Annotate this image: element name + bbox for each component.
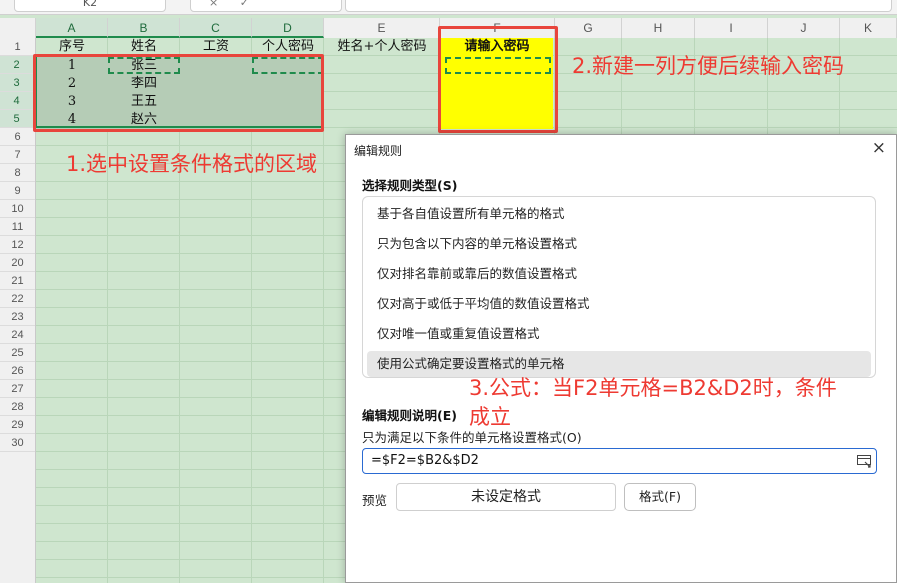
row-header-29[interactable]: 29 xyxy=(0,416,35,434)
preview-label: 预览 xyxy=(362,493,388,508)
row-header-25[interactable]: 25 xyxy=(0,344,35,362)
column-header-b[interactable]: B xyxy=(108,18,180,38)
formula-field[interactable]: =$F2=$B2&$D2 xyxy=(362,448,877,474)
formula-bar-icons: × ✓ xyxy=(190,0,342,12)
row-header-11[interactable]: 11 xyxy=(0,218,35,236)
row-header-5[interactable]: 5 xyxy=(0,110,35,128)
annotation-step-1: 1.选中设置条件格式的区域 xyxy=(66,152,318,176)
rule-type-item[interactable]: 仅对高于或低于平均值的数值设置格式 xyxy=(367,291,871,317)
row-header-30[interactable]: 30 xyxy=(0,434,35,452)
row-header-26[interactable]: 26 xyxy=(0,362,35,380)
rule-description-label: 编辑规则说明(E) xyxy=(362,408,457,423)
row-header-22[interactable]: 22 xyxy=(0,290,35,308)
column-header-d[interactable]: D xyxy=(252,18,324,38)
annotation-box-range xyxy=(33,54,324,132)
row-header-23[interactable]: 23 xyxy=(0,308,35,326)
rule-type-item[interactable]: 仅对排名靠前或靠后的数值设置格式 xyxy=(367,261,871,287)
column-header-c[interactable]: C xyxy=(180,18,252,38)
annotation-box-column-f xyxy=(438,26,558,133)
range-picker-icon[interactable] xyxy=(856,453,872,469)
row-header-6[interactable]: 6 xyxy=(0,128,35,146)
rule-type-item[interactable]: 基于各自值设置所有单元格的格式 xyxy=(367,201,871,227)
row-header-7[interactable]: 7 xyxy=(0,146,35,164)
row-header-27[interactable]: 27 xyxy=(0,380,35,398)
dialog-title: 编辑规则 xyxy=(354,144,403,158)
column-header-j[interactable]: J xyxy=(768,18,840,38)
rule-type-list[interactable]: 基于各自值设置所有单元格的格式 只为包含以下内容的单元格设置格式 仅对排名靠前或… xyxy=(362,196,876,378)
close-icon[interactable]: × xyxy=(872,138,886,158)
edit-rule-dialog: 编辑规则 × 选择规则类型(S) 基于各自值设置所有单元格的格式 只为包含以下内… xyxy=(345,134,897,583)
row-header-10[interactable]: 10 xyxy=(0,200,35,218)
cell-e1[interactable]: 姓名+个人密码 xyxy=(324,38,440,56)
column-header-e[interactable]: E xyxy=(324,18,440,38)
row-header-20[interactable]: 20 xyxy=(0,254,35,272)
formula-text: =$F2=$B2&$D2 xyxy=(371,453,479,468)
row-header-24[interactable]: 24 xyxy=(0,326,35,344)
row-header-3[interactable]: 3 xyxy=(0,74,35,92)
column-header-a[interactable]: A xyxy=(36,18,108,38)
preview-box: 未设定格式 xyxy=(396,483,616,511)
row-header-4[interactable]: 4 xyxy=(0,92,35,110)
annotation-step-2: 2.新建一列方便后续输入密码 xyxy=(572,54,845,78)
column-header-g[interactable]: G xyxy=(555,18,622,38)
rule-type-label: 选择规则类型(S) xyxy=(362,178,458,193)
row-header-12[interactable]: 12 xyxy=(0,236,35,254)
row-header-2[interactable]: 2 xyxy=(0,56,35,74)
name-box[interactable]: K2 xyxy=(14,0,166,12)
confirm-icon[interactable]: ✓ xyxy=(240,0,249,9)
column-header-h[interactable]: H xyxy=(622,18,695,38)
row-header-9[interactable]: 9 xyxy=(0,182,35,200)
formula-bar: K2 × ✓ xyxy=(0,0,897,15)
row-header-28[interactable]: 28 xyxy=(0,398,35,416)
column-header-i[interactable]: I xyxy=(695,18,768,38)
rule-type-item[interactable]: 仅对唯一值或重复值设置格式 xyxy=(367,321,871,347)
rule-type-item[interactable]: 只为包含以下内容的单元格设置格式 xyxy=(367,231,871,257)
spreadsheet-window: K2 × ✓ A B C D E F G H I J K 1 2 3 4 5 6… xyxy=(0,0,897,583)
annotation-step-3-line1: 3.公式：当F2单元格=B2&D2时，条件 xyxy=(469,376,837,400)
column-header-k[interactable]: K xyxy=(840,18,897,38)
row-header-1[interactable]: 1 xyxy=(0,38,35,56)
row-header: 1 2 3 4 5 6 7 8 9 10 11 12 20 21 22 23 2… xyxy=(0,38,36,583)
select-all-corner[interactable] xyxy=(0,18,36,38)
row-header-8[interactable]: 8 xyxy=(0,164,35,182)
formula-input[interactable] xyxy=(345,0,892,12)
cancel-icon[interactable]: × xyxy=(209,0,218,9)
annotation-step-3-line2: 成立 xyxy=(469,405,511,429)
row-header-21[interactable]: 21 xyxy=(0,272,35,290)
format-button[interactable]: 格式(F) xyxy=(624,483,696,511)
